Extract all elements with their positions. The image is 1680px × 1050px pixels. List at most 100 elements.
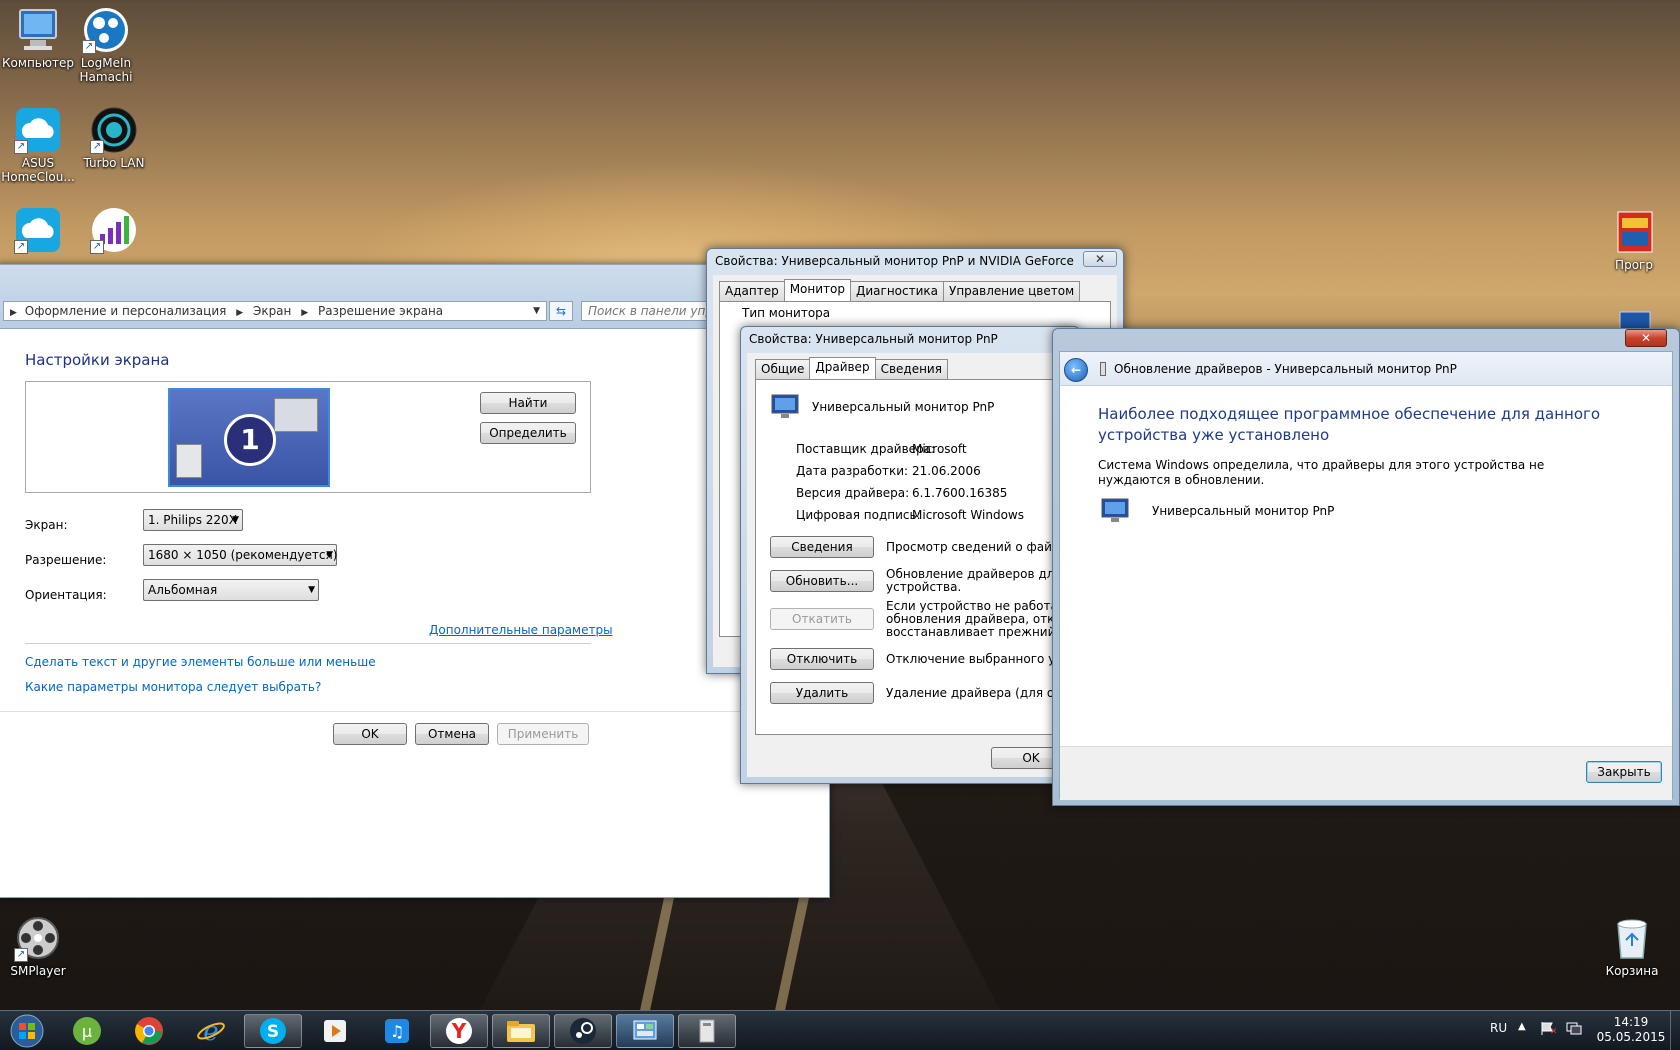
monitor-type-group-label: Тип монитора	[742, 306, 831, 320]
desktop-icon-programs[interactable]: Прогр	[1594, 208, 1674, 272]
tab-driver[interactable]: Драйвер	[809, 357, 876, 379]
driver-version-value: 6.1.7600.16385	[912, 486, 1008, 500]
action-center-flag-icon[interactable]: ✕	[1540, 1021, 1558, 1037]
control-panel-icon[interactable]	[616, 1014, 674, 1048]
show-hidden-icons-icon[interactable]: ▲	[1518, 1021, 1526, 1032]
svg-text:✕: ✕	[1550, 1027, 1556, 1035]
breadcrumb-arrow-icon: ▶	[10, 308, 17, 318]
taskbar: µ e S ♫ Y RU ▲ ✕ 14:19 05.05.2015	[0, 1010, 1680, 1050]
chevron-down-icon: ▼	[326, 550, 333, 560]
skype-icon[interactable]: S	[244, 1014, 302, 1048]
svg-text:e: e	[203, 1017, 218, 1046]
desktop-icon-label: SMPlayer	[10, 964, 66, 978]
desktop-icon-recycle-bin[interactable]: Корзина	[1592, 914, 1672, 978]
uninstall-driver-button[interactable]: Удалить	[770, 682, 874, 704]
monitor-number: 1	[224, 414, 276, 466]
breadcrumb[interactable]: ▶ Оформление и персонализация ▶ Экран ▶ …	[3, 301, 547, 321]
chevron-down-icon[interactable]: ▼	[533, 302, 540, 320]
internet-explorer-icon[interactable]: e	[182, 1014, 240, 1048]
computer-icon	[14, 6, 62, 54]
svg-text:Y: Y	[451, 1019, 467, 1043]
recycle-bin-icon	[1608, 914, 1656, 962]
orientation-select[interactable]: Альбомная ▼	[143, 579, 319, 601]
dialog-header: ← Обновление драйверов - Универсальный м…	[1060, 352, 1672, 386]
monitor-device-icon	[770, 392, 800, 422]
explorer-icon[interactable]	[492, 1014, 550, 1048]
itunes-icon[interactable]: ♫	[368, 1014, 426, 1048]
tab-adapter[interactable]: Адаптер	[719, 281, 785, 301]
back-arrow-icon[interactable]: ←	[1064, 358, 1088, 382]
chrome-icon[interactable]	[120, 1014, 178, 1048]
advanced-settings-link[interactable]: Дополнительные параметры	[429, 623, 613, 637]
yandex-icon[interactable]: Y	[430, 1014, 488, 1048]
media-player-icon[interactable]	[306, 1014, 364, 1048]
cancel-button[interactable]: Отмена	[415, 723, 489, 745]
update-driver-button[interactable]: Обновить...	[770, 570, 874, 592]
find-button[interactable]: Найти	[480, 392, 576, 414]
driver-date-label: Дата разработки:	[796, 464, 909, 478]
monitor-1-thumbnail[interactable]: 1	[168, 388, 330, 487]
breadcrumb-separator-icon: ▶	[236, 308, 244, 318]
chevron-down-icon: ▼	[232, 515, 239, 525]
tab-color-management[interactable]: Управление цветом	[943, 281, 1081, 301]
language-indicator[interactable]: RU	[1490, 1021, 1507, 1035]
desktop-icon-turbo-lan[interactable]: ↗ Turbo LAN	[74, 106, 154, 170]
digital-signer-value: Microsoft Windows	[912, 508, 1024, 522]
divider	[25, 643, 591, 644]
ok-button[interactable]: OK	[333, 723, 407, 745]
divider	[0, 711, 829, 712]
text-size-link[interactable]: Сделать текст и другие элементы больше и…	[25, 655, 376, 669]
desktop-icon-smplayer[interactable]: ↗ SMPlayer	[0, 914, 78, 978]
cloud-icon: ↗	[14, 206, 62, 254]
window-thumbnail-icon	[274, 398, 318, 432]
breadcrumb-separator-icon: ▶	[301, 308, 309, 318]
apply-button[interactable]: Применить	[497, 723, 589, 745]
tab-general[interactable]: Общие	[755, 359, 811, 379]
desktop-icon-signal-app[interactable]: ↗	[74, 206, 154, 256]
svg-text:S: S	[267, 1022, 279, 1042]
svg-text:µ: µ	[82, 1022, 92, 1041]
tab-diagnostics[interactable]: Диагностика	[850, 281, 945, 301]
close-icon[interactable]: ✕	[1083, 251, 1117, 267]
driver-date-value: 21.06.2006	[912, 464, 981, 478]
desktop-icon-asus-homecloud[interactable]: ↗ ASUS HomeClou...	[0, 106, 78, 184]
tab-monitor[interactable]: Монитор	[783, 279, 851, 301]
show-desktop-button[interactable]	[1670, 1011, 1680, 1050]
close-button[interactable]: Закрыть	[1586, 761, 1662, 783]
steam-icon[interactable]	[554, 1014, 612, 1048]
signal-bars-icon: ↗	[90, 206, 138, 254]
dialog-footer: Закрыть	[1060, 746, 1672, 800]
desktop-icon-hamachi[interactable]: ↗ LogMeIn Hamachi	[66, 6, 146, 84]
close-icon[interactable]: ✕	[1625, 329, 1667, 347]
breadcrumb-item[interactable]: Разрешение экрана	[318, 304, 443, 318]
identify-button[interactable]: Определить	[480, 422, 576, 444]
utorrent-icon[interactable]: µ	[58, 1014, 116, 1048]
device-name: Универсальный монитор PnP	[1152, 504, 1335, 518]
breadcrumb-item[interactable]: Оформление и персонализация	[25, 304, 227, 318]
driver-details-button[interactable]: Сведения	[770, 536, 874, 558]
desktop-icon-cloud-2[interactable]: ↗	[0, 206, 78, 256]
dialog-title: Обновление драйверов - Универсальный мон…	[1114, 362, 1457, 376]
monitor-device-icon	[1100, 496, 1130, 526]
rollback-driver-button[interactable]: Откатить	[770, 608, 874, 630]
smplayer-icon: ↗	[14, 914, 62, 962]
tab-details[interactable]: Сведения	[874, 359, 948, 379]
disable-device-button[interactable]: Отключить	[770, 648, 874, 670]
window-thumbnail-icon	[176, 444, 202, 478]
screen-select[interactable]: 1. Philips 220X ▼	[143, 509, 243, 531]
chevron-down-icon: ▼	[308, 585, 315, 595]
result-message: Система Windows определила, что драйверы…	[1098, 458, 1545, 487]
clock[interactable]: 14:19 05.05.2015	[1596, 1015, 1666, 1045]
refresh-icon[interactable]: ⇆	[549, 301, 573, 321]
device-manager-icon[interactable]	[678, 1014, 736, 1048]
breadcrumb-item[interactable]: Экран	[253, 304, 291, 318]
which-params-link[interactable]: Какие параметры монитора следует выбрать…	[25, 680, 321, 694]
screen-label: Экран:	[25, 518, 68, 532]
windows-start-icon[interactable]	[2, 1014, 52, 1048]
orientation-value: Альбомная	[148, 583, 218, 597]
device-name: Универсальный монитор PnP	[812, 400, 995, 414]
program-icon	[1610, 208, 1658, 256]
network-icon[interactable]	[1566, 1021, 1582, 1035]
resolution-select[interactable]: 1680 × 1050 (рекомендуется) ▼	[143, 544, 337, 566]
window-title: Свойства: Универсальный монитор PnP	[749, 332, 998, 346]
